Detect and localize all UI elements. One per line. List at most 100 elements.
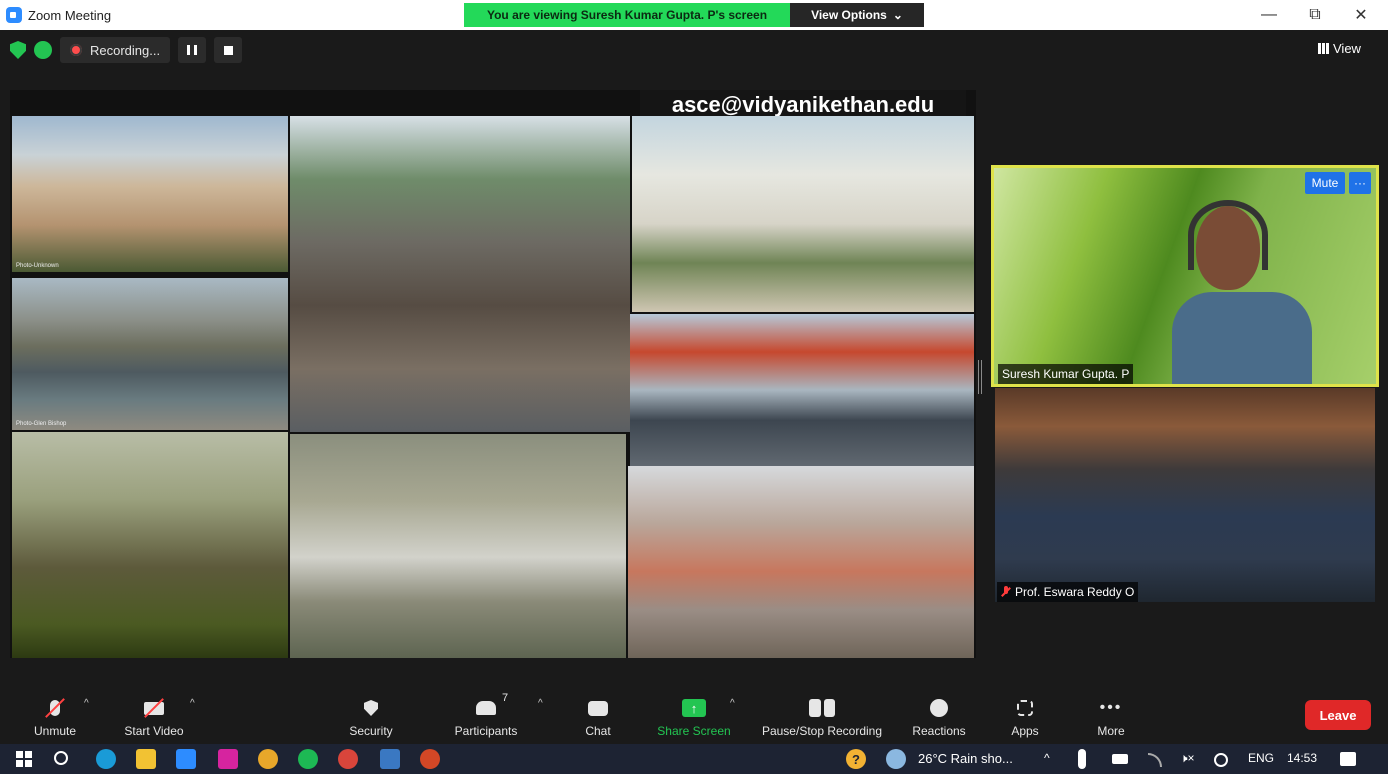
photo-port-cranes bbox=[630, 314, 974, 466]
video-tile-speaker[interactable]: Suresh Kumar Gupta. P bbox=[991, 165, 1379, 387]
volume-icon[interactable]: 🕨× bbox=[1180, 751, 1195, 766]
record-dot-icon bbox=[70, 44, 82, 56]
pause-recording-button[interactable] bbox=[178, 37, 207, 63]
chrome-alt-icon[interactable] bbox=[338, 749, 358, 769]
close-button[interactable]: ✕ bbox=[1338, 0, 1384, 30]
start-video-button[interactable]: Start Video bbox=[114, 684, 194, 744]
more-button[interactable]: ••• More bbox=[1088, 684, 1134, 744]
zoom-taskbar-icon[interactable] bbox=[176, 749, 196, 769]
language-indicator[interactable]: ENG bbox=[1248, 751, 1274, 765]
share-options-caret[interactable]: ^ bbox=[730, 698, 735, 709]
participant-video bbox=[1172, 200, 1312, 384]
edge-icon[interactable] bbox=[96, 749, 116, 769]
security-button[interactable]: Security bbox=[338, 684, 404, 744]
chrome-icon[interactable] bbox=[258, 749, 278, 769]
reactions-button[interactable]: Reactions bbox=[904, 684, 974, 744]
headset-graphic bbox=[1188, 200, 1268, 270]
photo-toppled-apartments bbox=[290, 434, 626, 658]
more-label: More bbox=[1097, 724, 1125, 738]
weather-icon[interactable] bbox=[886, 749, 906, 769]
windows-taskbar: ? 26°C Rain sho... ^ 🕨× ENG 14:53 bbox=[0, 744, 1388, 774]
more-dots-icon: ••• bbox=[1099, 699, 1123, 716]
mic-muted-icon bbox=[1001, 586, 1011, 598]
share-screen-icon: ↑ bbox=[681, 697, 707, 719]
photo-dam-failure: Photo-Unknown bbox=[12, 116, 288, 272]
minimize-button[interactable]: — bbox=[1246, 0, 1292, 30]
photo-reservoir-collapse: Photo-Glen Bishop bbox=[12, 278, 288, 430]
pen-icon[interactable] bbox=[1214, 753, 1228, 767]
reactions-label: Reactions bbox=[912, 724, 966, 738]
security-label: Security bbox=[349, 724, 393, 738]
shield-icon bbox=[358, 697, 384, 719]
file-explorer-icon[interactable] bbox=[136, 749, 156, 769]
photo-tilted-building bbox=[632, 116, 974, 312]
apps-label: Apps bbox=[1011, 724, 1039, 738]
wifi-icon[interactable] bbox=[1148, 753, 1162, 767]
participant-name-tag: Prof. Eswara Reddy O bbox=[997, 582, 1139, 602]
pause-stop-recording-label: Pause/Stop Recording bbox=[761, 724, 883, 738]
resize-handle[interactable] bbox=[978, 360, 982, 394]
clock[interactable]: 14:53 bbox=[1287, 751, 1317, 765]
weather-text[interactable]: 26°C Rain sho... bbox=[918, 751, 1013, 766]
mute-participant-button[interactable]: Mute bbox=[1305, 172, 1345, 194]
photos-icon[interactable] bbox=[380, 749, 400, 769]
zoom-app-icon bbox=[6, 7, 22, 23]
tray-overflow-button[interactable]: ^ bbox=[1044, 751, 1050, 765]
participants-options-caret[interactable]: ^ bbox=[538, 698, 543, 709]
encryption-icon[interactable] bbox=[34, 41, 52, 59]
search-icon[interactable] bbox=[54, 751, 68, 765]
photo-caption: Photo-Glen Bishop bbox=[16, 421, 67, 427]
window-title: Zoom Meeting bbox=[28, 7, 112, 23]
photo-excavation-collapse bbox=[290, 116, 630, 432]
battery-icon[interactable] bbox=[1112, 754, 1128, 764]
view-label: View bbox=[1333, 40, 1361, 56]
video-off-icon bbox=[141, 697, 167, 719]
microphone-icon[interactable] bbox=[1078, 749, 1086, 769]
chevron-down-icon: ⌄ bbox=[892, 8, 903, 22]
apps-button[interactable]: Apps bbox=[1002, 684, 1048, 744]
chat-bubble-icon bbox=[585, 697, 611, 719]
notification-icon[interactable] bbox=[1340, 752, 1356, 766]
participant-name: Prof. Eswara Reddy O bbox=[1015, 585, 1135, 599]
start-video-label: Start Video bbox=[124, 724, 184, 738]
view-options-label: View Options bbox=[811, 8, 887, 22]
zoom-window: Zoom Meeting — ⧉ ✕ You are viewing Sures… bbox=[0, 0, 1388, 774]
apps-icon bbox=[1012, 697, 1038, 719]
participant-name: Suresh Kumar Gupta. P bbox=[1002, 367, 1130, 381]
spotify-icon[interactable] bbox=[298, 749, 318, 769]
unmute-label: Unmute bbox=[33, 724, 77, 738]
view-options-button[interactable]: View Options ⌄ bbox=[790, 3, 924, 27]
video-options-caret[interactable]: ^ bbox=[190, 698, 195, 709]
chat-label: Chat bbox=[585, 724, 611, 738]
restore-button[interactable]: ⧉ bbox=[1292, 0, 1338, 30]
leave-button[interactable]: Leave bbox=[1305, 700, 1371, 730]
video-tile-audience[interactable]: Prof. Eswara Reddy O bbox=[995, 388, 1375, 602]
participants-icon bbox=[473, 697, 499, 719]
participant-name-tag: Suresh Kumar Gupta. P bbox=[998, 364, 1134, 384]
instagram-icon[interactable] bbox=[218, 749, 238, 769]
participants-button[interactable]: Participants bbox=[444, 684, 528, 744]
mic-muted-icon bbox=[42, 697, 68, 719]
record-controls-icon bbox=[809, 697, 835, 719]
view-button[interactable]: View bbox=[1318, 38, 1361, 58]
stop-icon bbox=[223, 45, 233, 55]
stop-recording-button[interactable] bbox=[214, 37, 243, 63]
meeting-status-bar: Recording... bbox=[10, 36, 243, 64]
reactions-icon bbox=[926, 697, 952, 719]
share-screen-button[interactable]: ↑ Share Screen bbox=[650, 684, 738, 744]
help-icon[interactable]: ? bbox=[846, 749, 866, 769]
tile-more-button[interactable]: ··· bbox=[1349, 172, 1371, 194]
unmute-button[interactable]: Unmute bbox=[22, 684, 88, 744]
pause-stop-recording-button[interactable]: Pause/Stop Recording bbox=[752, 684, 892, 744]
windows-logo-icon[interactable] bbox=[14, 749, 34, 769]
audio-options-caret[interactable]: ^ bbox=[84, 698, 89, 709]
participants-label: Participants bbox=[454, 724, 518, 738]
pause-icon bbox=[187, 45, 198, 55]
powerpoint-icon[interactable] bbox=[420, 749, 440, 769]
grid-view-icon bbox=[1318, 42, 1329, 54]
chat-button[interactable]: Chat bbox=[574, 684, 622, 744]
participants-count: 7 bbox=[502, 692, 509, 704]
photo-caption: Photo-Unknown bbox=[16, 263, 59, 269]
share-screen-label: Share Screen bbox=[657, 724, 731, 738]
security-shield-icon[interactable] bbox=[10, 41, 26, 59]
